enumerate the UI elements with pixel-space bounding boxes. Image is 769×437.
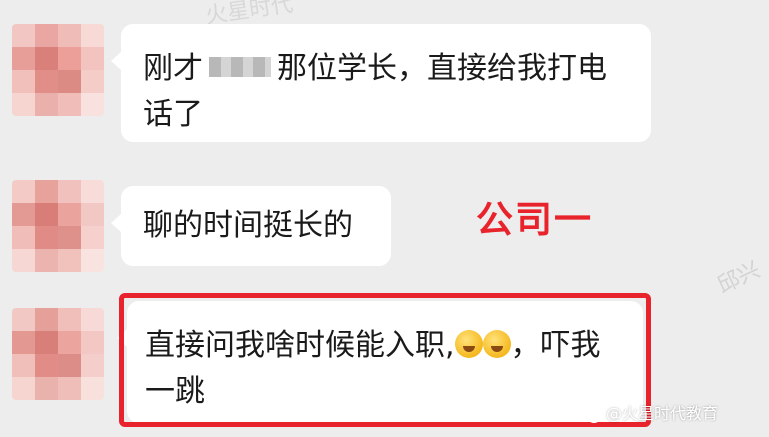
avatar[interactable] xyxy=(12,308,104,400)
message-text: 刚才 xyxy=(143,51,203,86)
paw-icon xyxy=(586,406,602,423)
message-text: 聊的时间挺长的 xyxy=(143,208,353,243)
credit-watermark: @火星时代教育 xyxy=(586,400,718,424)
annotation-label: 公司一 xyxy=(476,198,593,241)
message-bubble[interactable]: 刚才 那位学长，直接给我打电话了 xyxy=(111,24,651,142)
highlight-box xyxy=(119,293,651,427)
avatar[interactable] xyxy=(12,180,104,272)
message-bubble[interactable]: 聊的时间挺长的 xyxy=(111,186,391,266)
redacted-name xyxy=(209,56,271,77)
credit-text: @火星时代教育 xyxy=(606,404,719,423)
watermark-side: 邱兴 xyxy=(713,257,765,299)
avatar[interactable] xyxy=(12,24,104,116)
